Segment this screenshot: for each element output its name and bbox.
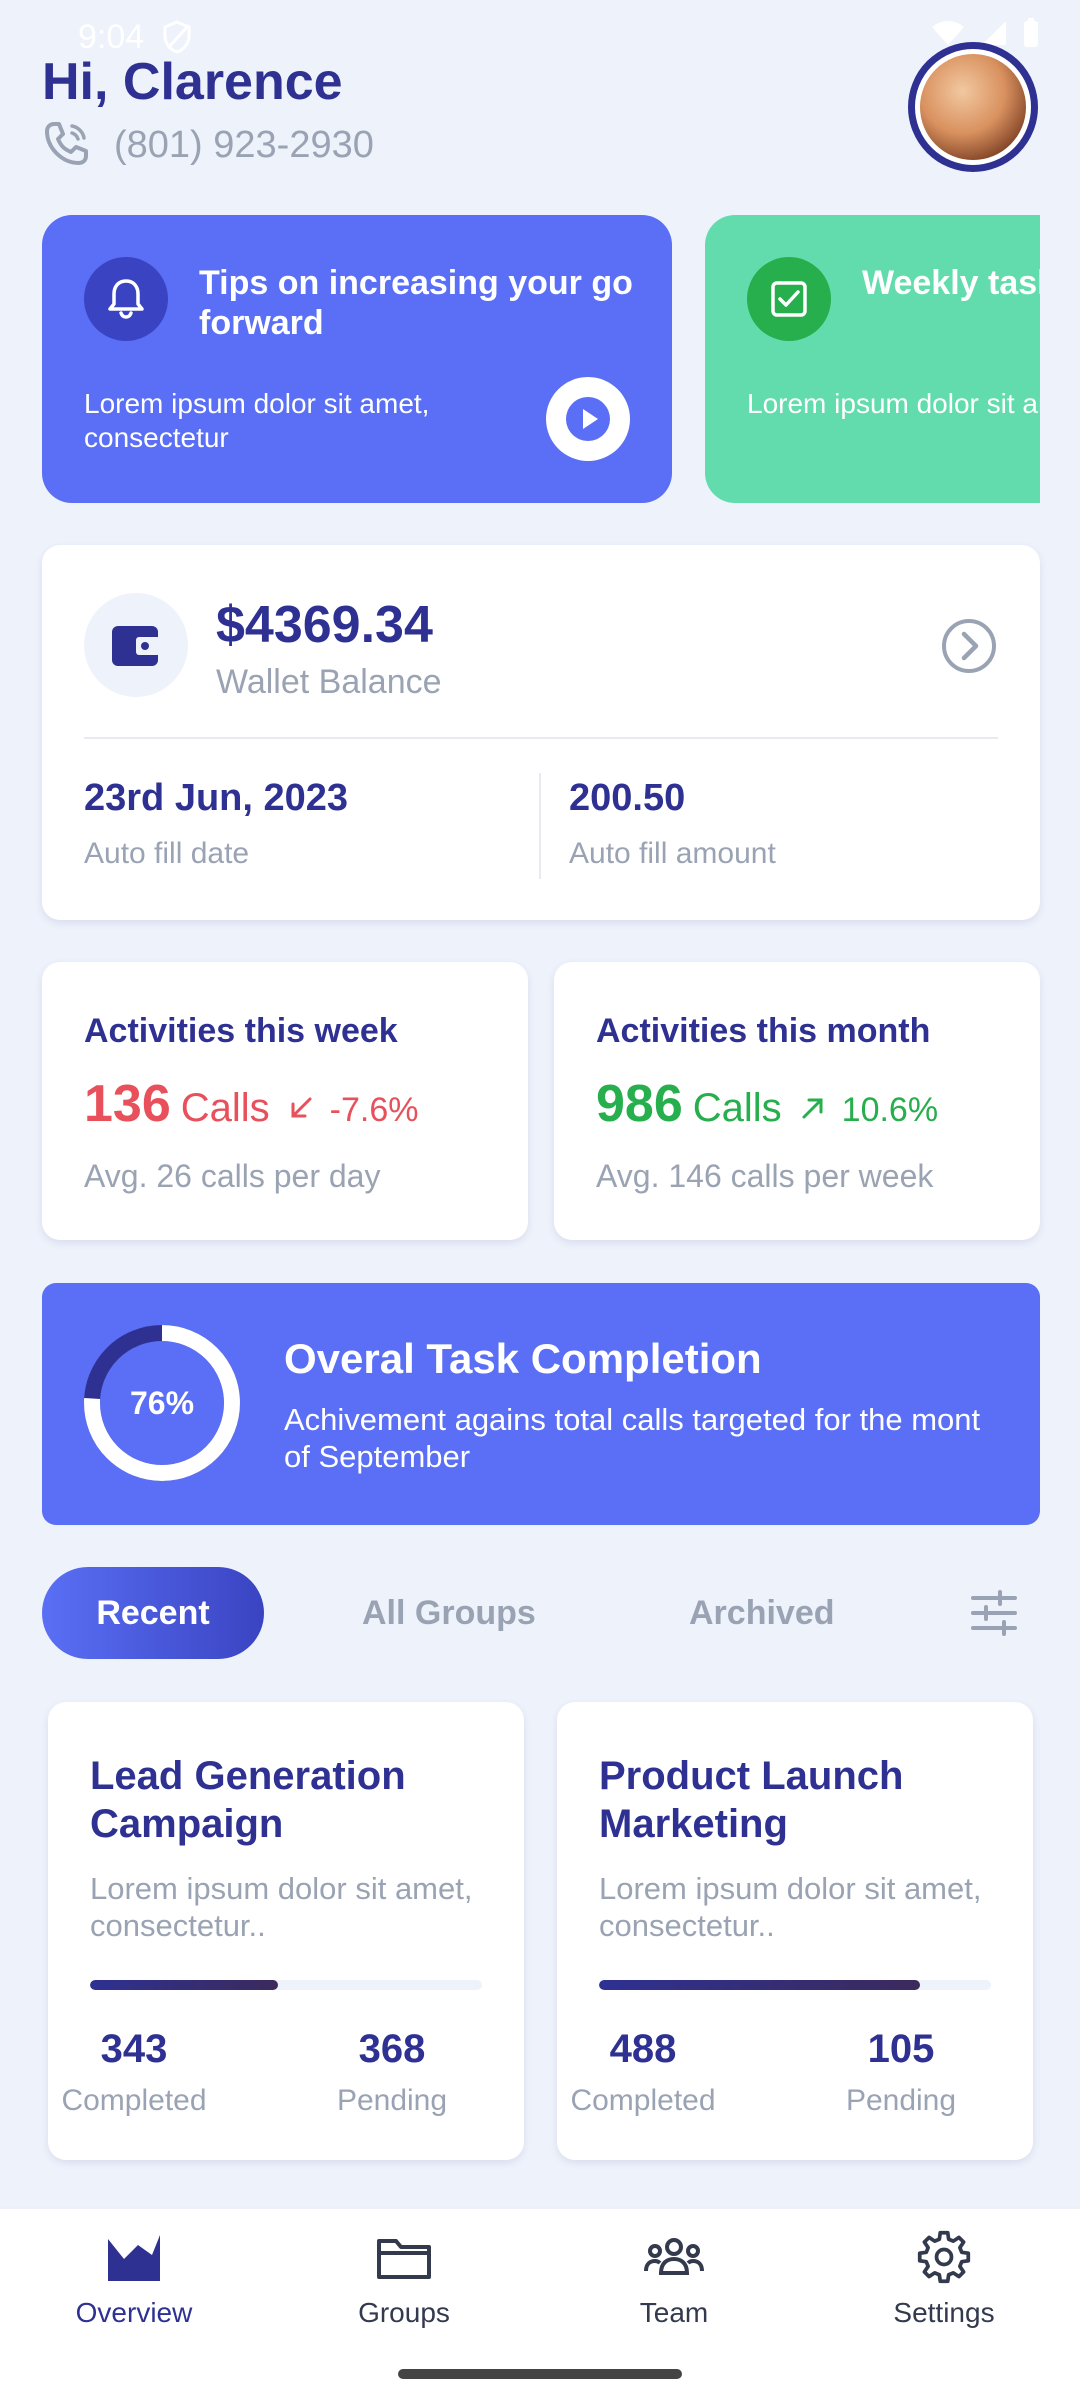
- play-button[interactable]: [546, 377, 630, 461]
- activity-title: Activities this week: [84, 1012, 398, 1050]
- home-indicator: [398, 2369, 682, 2379]
- activity-unit: Calls: [180, 1086, 270, 1130]
- nav-label: Team: [639, 2297, 709, 2328]
- chart-area-icon: [108, 2235, 160, 2281]
- group-completed-count: 343: [100, 2027, 168, 2071]
- group-completed-count: 488: [609, 2027, 677, 2071]
- promo-card-weekly[interactable]: Weekly task completed! Lorem ipsum dolor…: [705, 215, 1040, 503]
- group-desc: Lorem ipsum dolor sit amet, consectetur.…: [599, 1871, 982, 1943]
- greeting: Hi, Clarence: [42, 53, 343, 111]
- promo-desc: Lorem ipsum dolor sit amet, consectetur: [84, 388, 430, 453]
- progress-percent: 76%: [129, 1384, 195, 1421]
- group-card-lead-generation[interactable]: Lead Generation Campaign Lorem ipsum dol…: [48, 1702, 524, 2160]
- group-progress-track: [90, 1980, 482, 1990]
- nav-overview[interactable]: Overview: [34, 2229, 234, 2329]
- wallet-label: Wallet Balance: [216, 663, 442, 701]
- group-progress-fill: [599, 1980, 921, 1990]
- group-progress-fill: [90, 1980, 279, 1990]
- arrow-down-left-icon: [288, 1095, 314, 1126]
- avatar-image: [920, 54, 1026, 160]
- group-title: Lead Generation Campaign: [90, 1754, 406, 1846]
- group-pending-label: Pending: [845, 2084, 957, 2117]
- bottom-nav: Overview Groups Team Settings: [0, 2207, 1080, 2400]
- battery-icon: [1024, 18, 1038, 47]
- autofill-amount: 200.50: [569, 777, 686, 819]
- phone-number: (801) 923-2930: [114, 124, 374, 166]
- wallet-amount: $4369.34: [216, 596, 433, 654]
- group-completed-label: Completed: [61, 2084, 207, 2117]
- group-pending-count: 105: [867, 2027, 935, 2071]
- nav-label: Overview: [75, 2297, 193, 2328]
- task-title: Overal Task Completion: [284, 1335, 762, 1382]
- activity-title: Activities this month: [596, 1012, 931, 1050]
- promo-desc: Lorem ipsum dolor sit amet, consectetur: [747, 388, 1040, 419]
- chevron-right-icon[interactable]: [940, 617, 998, 680]
- activity-change: -7.6%: [329, 1091, 419, 1129]
- activity-stats: 986 Calls 10.6%: [596, 1074, 938, 1134]
- wallet-card[interactable]: $4369.34 Wallet Balance 23rd Jun, 2023 A…: [42, 545, 1040, 920]
- activity-card-week[interactable]: Activities this week 136 Calls -7.6% Avg…: [42, 962, 528, 1240]
- promo-card-tips[interactable]: Tips on increasing your go forward Lorem…: [42, 215, 672, 503]
- play-icon: [566, 397, 610, 441]
- phone-icon: [42, 118, 92, 173]
- promo-title: Tips on increasing your go forward: [199, 264, 633, 342]
- autofill-date-label: Auto fill date: [84, 837, 250, 870]
- check-square-icon: [747, 257, 831, 341]
- task-completion-card[interactable]: 76% Overal Task Completion Achivement ag…: [42, 1283, 1040, 1525]
- activity-change: 10.6%: [841, 1091, 939, 1129]
- activity-count: 136: [84, 1075, 171, 1133]
- group-pending-count: 368: [358, 2027, 426, 2071]
- tab-archived[interactable]: Archived: [689, 1567, 835, 1659]
- promo-title: Weekly task completed!: [862, 264, 1040, 302]
- activity-count: 986: [596, 1075, 683, 1133]
- activity-unit: Calls: [692, 1086, 782, 1130]
- divider: [84, 737, 998, 739]
- nav-team[interactable]: Team: [574, 2229, 774, 2329]
- group-card-product-launch[interactable]: Product Launch Marketing Lorem ipsum dol…: [557, 1702, 1033, 2160]
- wallet-icon: [84, 593, 188, 697]
- group-title: Product Launch Marketing: [599, 1754, 904, 1846]
- tab-all-groups[interactable]: All Groups: [362, 1567, 536, 1659]
- activity-card-month[interactable]: Activities this month 986 Calls 10.6% Av…: [554, 962, 1040, 1240]
- filter-icon[interactable]: [970, 1590, 1018, 1641]
- task-desc: Achivement agains total calls targeted f…: [284, 1402, 981, 1474]
- nav-settings[interactable]: Settings: [844, 2229, 1044, 2329]
- group-completed-label: Completed: [570, 2084, 716, 2117]
- activity-avg: Avg. 26 calls per day: [84, 1158, 381, 1194]
- folder-icon: [377, 2239, 431, 2279]
- autofill-amount-label: Auto fill amount: [569, 837, 776, 870]
- nav-groups[interactable]: Groups: [304, 2229, 504, 2329]
- divider: [539, 773, 541, 879]
- team-icon: [644, 2238, 704, 2275]
- avatar[interactable]: [908, 42, 1038, 172]
- gear-icon: [917, 2230, 971, 2284]
- nav-label: Settings: [893, 2297, 995, 2328]
- autofill-date: 23rd Jun, 2023: [84, 777, 349, 819]
- arrow-up-right-icon: [800, 1095, 826, 1126]
- group-desc: Lorem ipsum dolor sit amet, consectetur.…: [90, 1871, 473, 1943]
- phone-row: (801) 923-2930: [42, 118, 374, 173]
- nav-label: Groups: [358, 2297, 450, 2328]
- group-progress-track: [599, 1980, 991, 1990]
- tab-recent[interactable]: Recent: [42, 1567, 264, 1659]
- activity-stats: 136 Calls -7.6%: [84, 1074, 419, 1134]
- bell-icon: [84, 257, 168, 341]
- activity-avg: Avg. 146 calls per week: [596, 1158, 934, 1194]
- group-pending-label: Pending: [336, 2084, 448, 2117]
